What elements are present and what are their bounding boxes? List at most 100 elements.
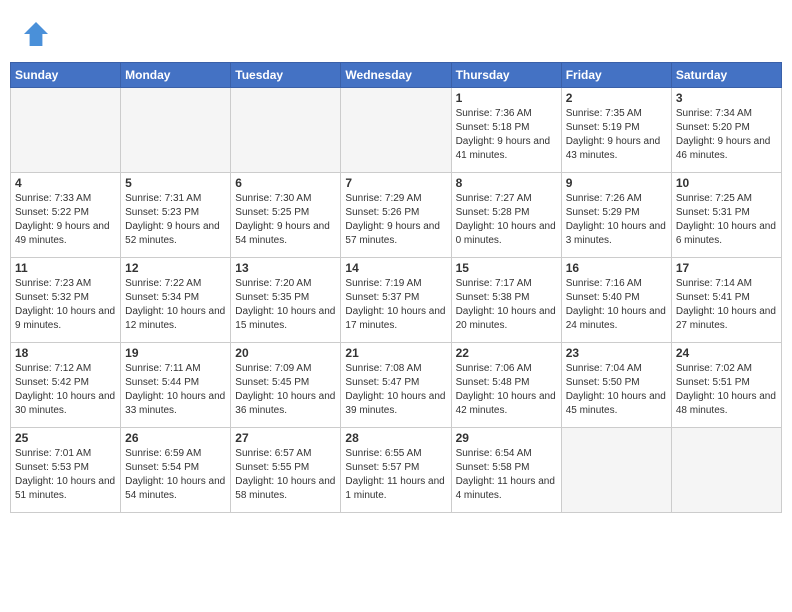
day-detail: Sunrise: 7:20 AMSunset: 5:35 PMDaylight:…	[235, 277, 336, 333]
calendar-cell: 17Sunrise: 7:14 AMSunset: 5:41 PMDayligh…	[671, 258, 781, 343]
day-number: 25	[15, 431, 116, 445]
calendar-cell: 5 Sunrise: 7:31 AMSunset: 5:23 PMDaylight…	[121, 173, 231, 258]
day-detail: Sunrise: 7:27 AMSunset: 5:28 PMDaylight:…	[456, 192, 557, 248]
day-number: 8	[456, 176, 557, 190]
day-number: 15	[456, 261, 557, 275]
day-number: 9	[566, 176, 667, 190]
day-number: 29	[456, 431, 557, 445]
day-detail: Sunrise: 7:01 AMSunset: 5:53 PMDaylight:…	[15, 447, 116, 503]
calendar-week-4: 18Sunrise: 7:12 AMSunset: 5:42 PMDayligh…	[11, 343, 782, 428]
calendar-cell	[561, 428, 671, 513]
day-detail: Sunrise: 7:33 AMSunset: 5:22 PMDaylight:…	[15, 192, 116, 248]
day-number: 10	[676, 176, 777, 190]
day-detail: Sunrise: 7:35 AMSunset: 5:19 PMDaylight:…	[566, 107, 667, 163]
calendar-header-saturday: Saturday	[671, 63, 781, 88]
calendar-cell: 24 Sunrise: 7:02 AMSunset: 5:51 PMDayligh…	[671, 343, 781, 428]
day-detail: Sunrise: 7:30 AMSunset: 5:25 PMDaylight:…	[235, 192, 336, 248]
day-number: 21	[345, 346, 446, 360]
day-detail: Sunrise: 7:09 AMSunset: 5:45 PMDaylight:…	[235, 362, 336, 418]
day-number: 1	[456, 91, 557, 105]
calendar-cell	[231, 88, 341, 173]
day-detail: Sunrise: 7:06 AMSunset: 5:48 PMDaylight:…	[456, 362, 557, 418]
calendar-cell: 23Sunrise: 7:04 AMSunset: 5:50 PMDayligh…	[561, 343, 671, 428]
day-detail: Sunrise: 7:23 AMSunset: 5:32 PMDaylight:…	[15, 277, 116, 333]
day-number: 20	[235, 346, 336, 360]
calendar-cell	[341, 88, 451, 173]
day-number: 26	[125, 431, 226, 445]
day-detail: Sunrise: 6:57 AMSunset: 5:55 PMDaylight:…	[235, 447, 336, 503]
calendar-cell: 8 Sunrise: 7:27 AMSunset: 5:28 PMDaylight…	[451, 173, 561, 258]
day-detail: Sunrise: 7:26 AMSunset: 5:29 PMDaylight:…	[566, 192, 667, 248]
day-detail: Sunrise: 7:34 AMSunset: 5:20 PMDaylight:…	[676, 107, 777, 163]
day-detail: Sunrise: 7:08 AMSunset: 5:47 PMDaylight:…	[345, 362, 446, 418]
calendar-cell: 6 Sunrise: 7:30 AMSunset: 5:25 PMDaylight…	[231, 173, 341, 258]
day-number: 22	[456, 346, 557, 360]
day-detail: Sunrise: 7:25 AMSunset: 5:31 PMDaylight:…	[676, 192, 777, 248]
day-number: 24	[676, 346, 777, 360]
calendar-cell: 13 Sunrise: 7:20 AMSunset: 5:35 PMDayligh…	[231, 258, 341, 343]
calendar-cell: 10 Sunrise: 7:25 AMSunset: 5:31 PMDayligh…	[671, 173, 781, 258]
day-detail: Sunrise: 6:54 AMSunset: 5:58 PMDaylight:…	[456, 447, 557, 503]
calendar-cell: 22 Sunrise: 7:06 AMSunset: 5:48 PMDayligh…	[451, 343, 561, 428]
day-detail: Sunrise: 7:19 AMSunset: 5:37 PMDaylight:…	[345, 277, 446, 333]
day-detail: Sunrise: 6:59 AMSunset: 5:54 PMDaylight:…	[125, 447, 226, 503]
calendar-header-thursday: Thursday	[451, 63, 561, 88]
calendar-cell: 4 Sunrise: 7:33 AMSunset: 5:22 PMDaylight…	[11, 173, 121, 258]
calendar-cell: 28 Sunrise: 6:55 AMSunset: 5:57 PMDayligh…	[341, 428, 451, 513]
day-detail: Sunrise: 7:02 AMSunset: 5:51 PMDaylight:…	[676, 362, 777, 418]
day-detail: Sunrise: 7:31 AMSunset: 5:23 PMDaylight:…	[125, 192, 226, 248]
calendar-cell: 25 Sunrise: 7:01 AMSunset: 5:53 PMDayligh…	[11, 428, 121, 513]
day-number: 17	[676, 261, 777, 275]
logo	[20, 18, 56, 50]
day-number: 5	[125, 176, 226, 190]
day-number: 3	[676, 91, 777, 105]
day-detail: Sunrise: 7:22 AMSunset: 5:34 PMDaylight:…	[125, 277, 226, 333]
calendar-cell	[671, 428, 781, 513]
calendar-cell: 16 Sunrise: 7:16 AMSunset: 5:40 PMDayligh…	[561, 258, 671, 343]
day-number: 6	[235, 176, 336, 190]
day-detail: Sunrise: 7:11 AMSunset: 5:44 PMDaylight:…	[125, 362, 226, 418]
calendar-cell: 1 Sunrise: 7:36 AMSunset: 5:18 PMDaylight…	[451, 88, 561, 173]
calendar-week-1: 1 Sunrise: 7:36 AMSunset: 5:18 PMDaylight…	[11, 88, 782, 173]
day-number: 27	[235, 431, 336, 445]
day-detail: Sunrise: 7:17 AMSunset: 5:38 PMDaylight:…	[456, 277, 557, 333]
day-number: 7	[345, 176, 446, 190]
calendar-cell: 3 Sunrise: 7:34 AMSunset: 5:20 PMDaylight…	[671, 88, 781, 173]
day-detail: Sunrise: 7:36 AMSunset: 5:18 PMDaylight:…	[456, 107, 557, 163]
day-number: 16	[566, 261, 667, 275]
calendar-cell	[11, 88, 121, 173]
day-number: 11	[15, 261, 116, 275]
day-detail: Sunrise: 7:16 AMSunset: 5:40 PMDaylight:…	[566, 277, 667, 333]
day-number: 12	[125, 261, 226, 275]
calendar-header-tuesday: Tuesday	[231, 63, 341, 88]
day-number: 14	[345, 261, 446, 275]
calendar-header-wednesday: Wednesday	[341, 63, 451, 88]
day-number: 28	[345, 431, 446, 445]
calendar-cell: 9 Sunrise: 7:26 AMSunset: 5:29 PMDaylight…	[561, 173, 671, 258]
day-number: 4	[15, 176, 116, 190]
calendar-cell: 18Sunrise: 7:12 AMSunset: 5:42 PMDayligh…	[11, 343, 121, 428]
calendar: SundayMondayTuesdayWednesdayThursdayFrid…	[10, 62, 782, 513]
calendar-cell: 12 Sunrise: 7:22 AMSunset: 5:34 PMDayligh…	[121, 258, 231, 343]
day-number: 2	[566, 91, 667, 105]
calendar-cell	[121, 88, 231, 173]
calendar-header-sunday: Sunday	[11, 63, 121, 88]
calendar-week-5: 25 Sunrise: 7:01 AMSunset: 5:53 PMDayligh…	[11, 428, 782, 513]
calendar-cell: 19Sunrise: 7:11 AMSunset: 5:44 PMDayligh…	[121, 343, 231, 428]
day-detail: Sunrise: 7:12 AMSunset: 5:42 PMDaylight:…	[15, 362, 116, 418]
calendar-header-row: SundayMondayTuesdayWednesdayThursdayFrid…	[11, 63, 782, 88]
day-detail: Sunrise: 7:29 AMSunset: 5:26 PMDaylight:…	[345, 192, 446, 248]
calendar-cell: 11 Sunrise: 7:23 AMSunset: 5:32 PMDayligh…	[11, 258, 121, 343]
calendar-header-monday: Monday	[121, 63, 231, 88]
day-number: 13	[235, 261, 336, 275]
calendar-cell: 21 Sunrise: 7:08 AMSunset: 5:47 PMDayligh…	[341, 343, 451, 428]
day-detail: Sunrise: 7:04 AMSunset: 5:50 PMDaylight:…	[566, 362, 667, 418]
calendar-cell: 2 Sunrise: 7:35 AMSunset: 5:19 PMDaylight…	[561, 88, 671, 173]
calendar-cell: 14 Sunrise: 7:19 AMSunset: 5:37 PMDayligh…	[341, 258, 451, 343]
day-detail: Sunrise: 6:55 AMSunset: 5:57 PMDaylight:…	[345, 447, 446, 503]
calendar-cell: 29 Sunrise: 6:54 AMSunset: 5:58 PMDayligh…	[451, 428, 561, 513]
calendar-week-2: 4 Sunrise: 7:33 AMSunset: 5:22 PMDaylight…	[11, 173, 782, 258]
calendar-cell: 20 Sunrise: 7:09 AMSunset: 5:45 PMDayligh…	[231, 343, 341, 428]
calendar-cell: 15 Sunrise: 7:17 AMSunset: 5:38 PMDayligh…	[451, 258, 561, 343]
logo-icon	[20, 18, 52, 50]
